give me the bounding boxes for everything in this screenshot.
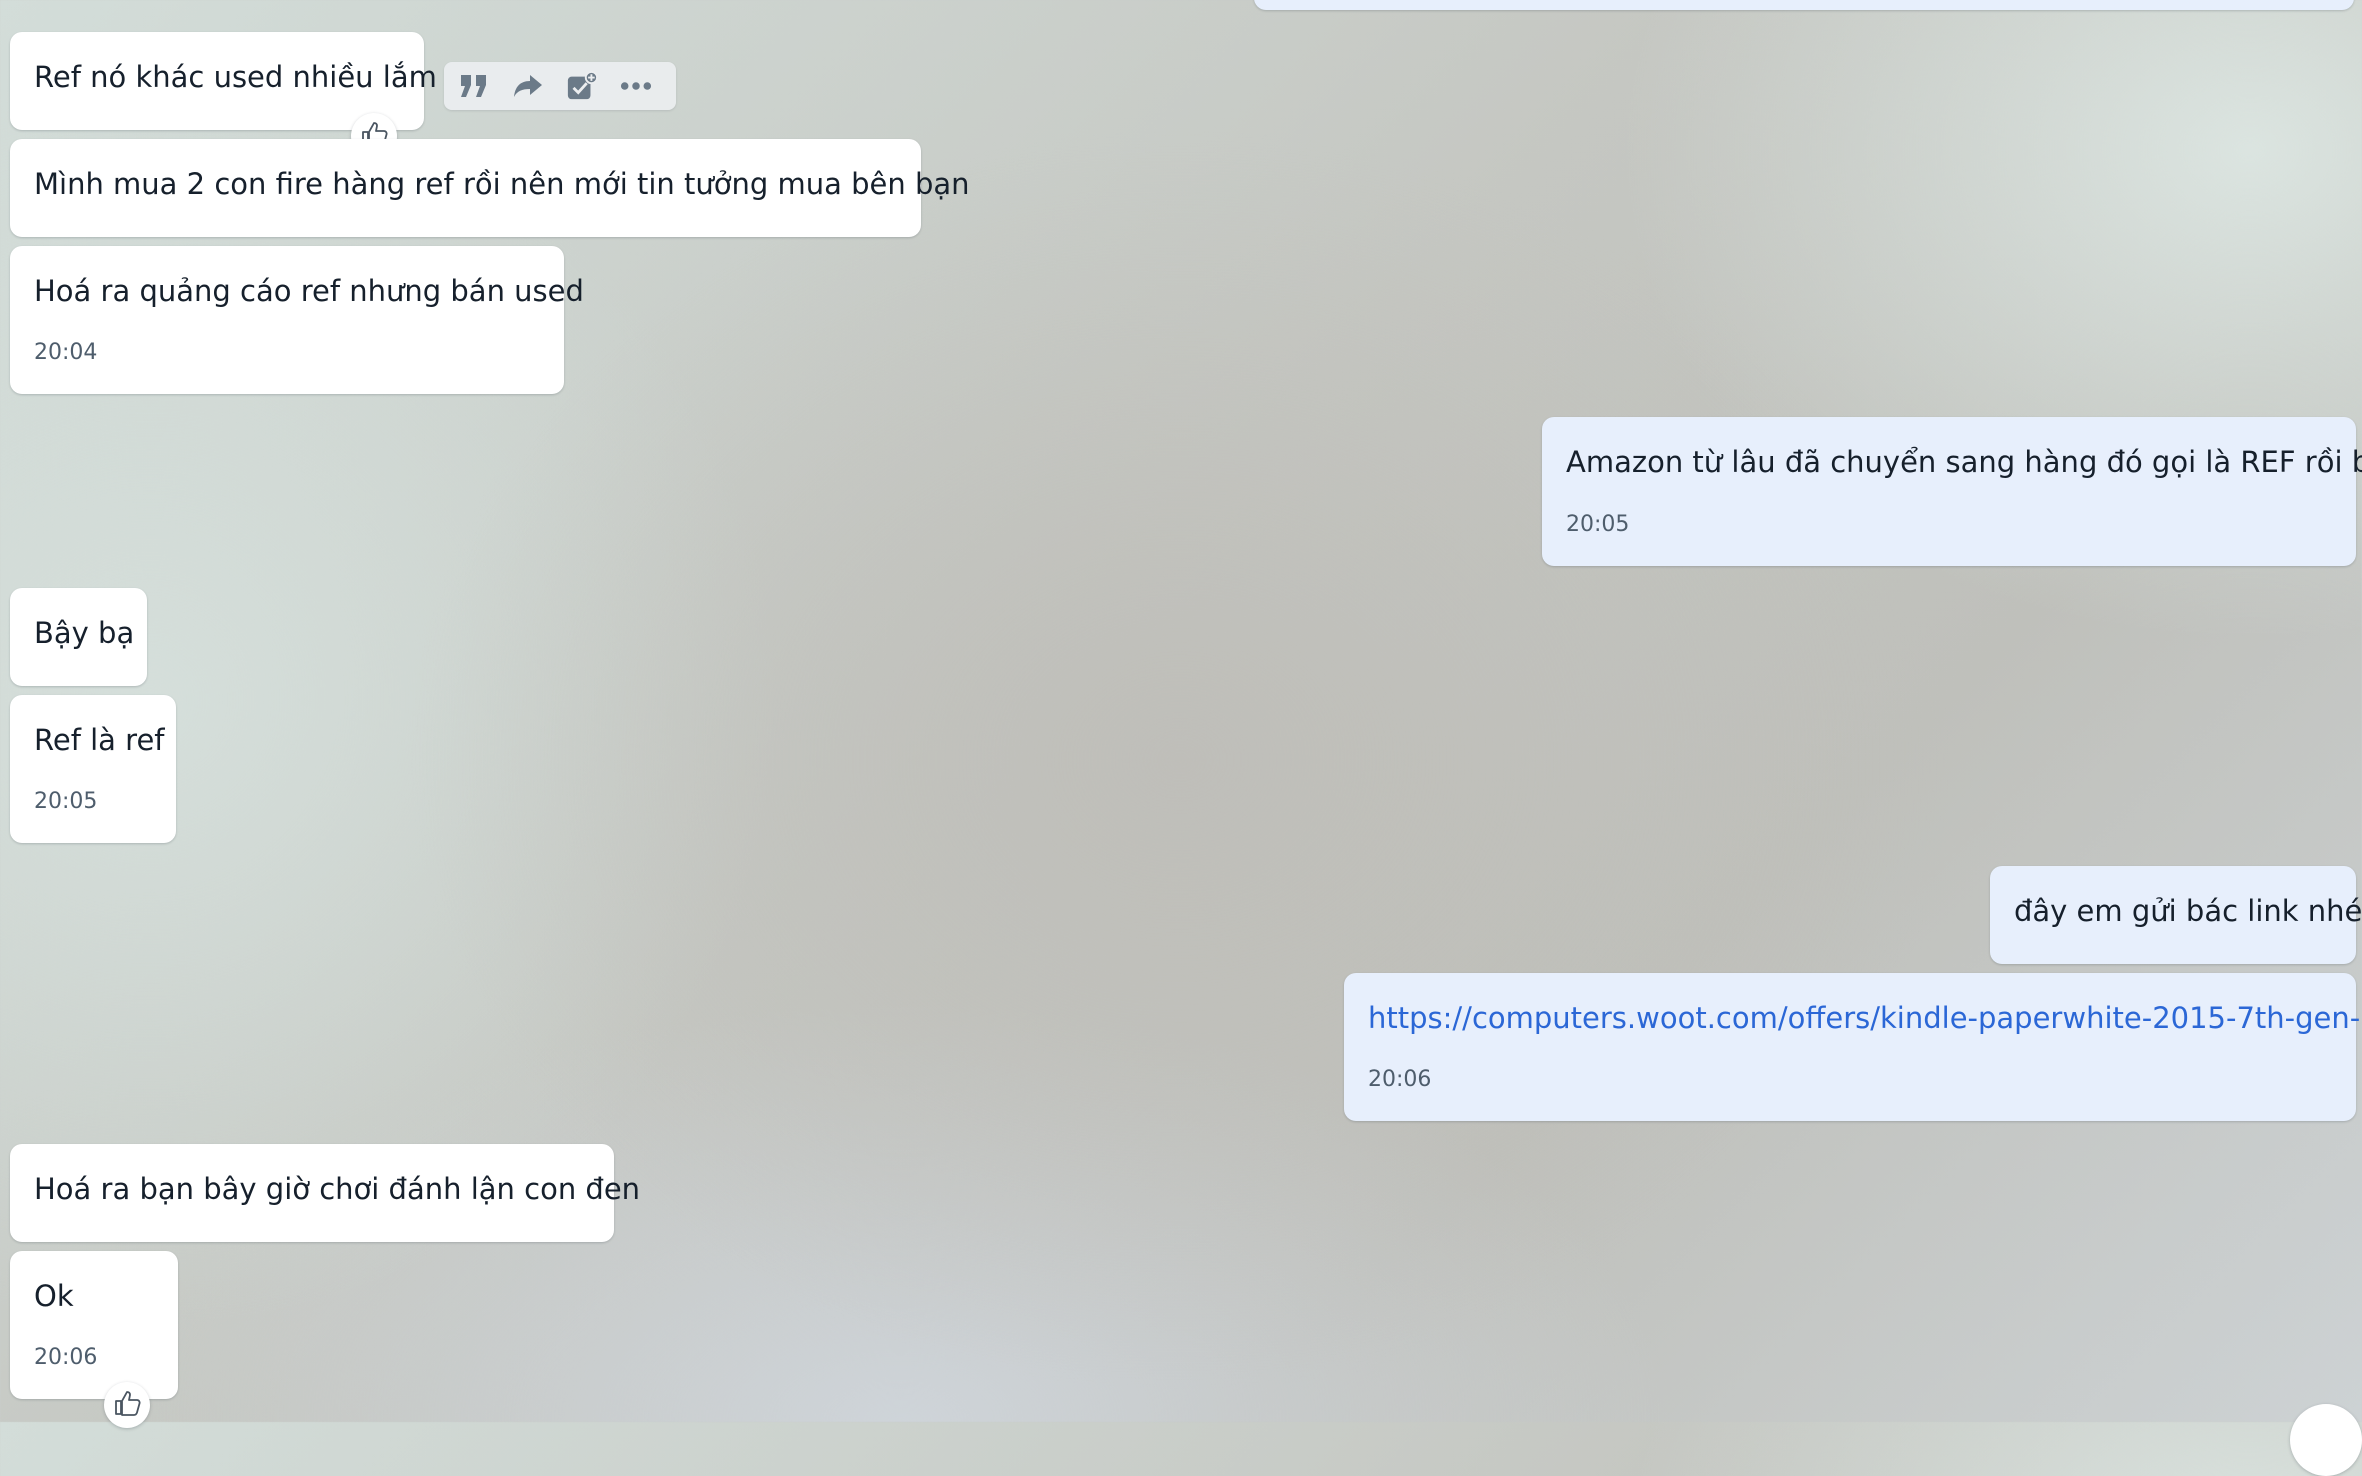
message-text: Hoá ra bạn bây giờ chơi đánh lận con đen: [34, 1172, 641, 1206]
message-hover-toolbar: [444, 62, 676, 110]
message-bubble-incoming[interactable]: Mình mua 2 con fire hàng ref rồi nên mới…: [10, 139, 970, 237]
message-text: đây em gửi bác link nhé: [2014, 894, 2362, 928]
message-bubble-incoming[interactable]: Hoá ra bạn bây giờ chơi đánh lận con đen: [10, 1144, 640, 1242]
message-bubble-incoming[interactable]: Ok 20:06: [10, 1251, 178, 1399]
message-bubble-incoming[interactable]: Ref là ref 20:05: [10, 695, 176, 843]
message-time: 20:05: [1566, 512, 1630, 537]
message-text: Ref nó khác used nhiều lắm: [34, 60, 437, 94]
partial-message-bubble: [1254, 0, 2354, 10]
message-bubble-outgoing[interactable]: https://computers.woot.com/offers/kindle…: [1344, 973, 2362, 1121]
message-bubble-outgoing[interactable]: đây em gửi bác link nhé: [1990, 866, 2362, 964]
add-task-icon[interactable]: [566, 70, 598, 100]
message-link[interactable]: https://computers.woot.com/offers/kindle…: [1368, 1004, 2362, 1033]
message-time: 20:04: [34, 340, 98, 365]
message-time: 20:06: [1368, 1067, 1432, 1092]
reaction-badge[interactable]: [104, 1382, 150, 1428]
quote-icon[interactable]: [458, 72, 490, 100]
message-text: Mình mua 2 con fire hàng ref rồi nên mới…: [34, 167, 970, 201]
forward-icon[interactable]: [512, 72, 544, 100]
message-text: Ok: [34, 1279, 74, 1313]
more-icon[interactable]: [620, 72, 652, 100]
message-time: 20:06: [34, 1345, 98, 1370]
thumbs-up-icon: [113, 1389, 141, 1421]
message-text: Amazon từ lâu đã chuyển sang hàng đó gọi…: [1566, 445, 2362, 479]
scroll-to-bottom-button[interactable]: [2290, 1404, 2362, 1476]
message-text: Bậy bạ: [34, 616, 135, 650]
message-bubble-incoming[interactable]: Bậy bạ: [10, 588, 147, 686]
message-time: 20:05: [34, 789, 98, 814]
message-bubble-incoming[interactable]: Hoá ra quảng cáo ref nhưng bán used 20:0…: [10, 246, 584, 394]
message-text: Hoá ra quảng cáo ref nhưng bán used: [34, 274, 584, 308]
message-text: Ref là ref: [34, 723, 165, 757]
message-bubble-outgoing[interactable]: Amazon từ lâu đã chuyển sang hàng đó gọi…: [1542, 417, 2362, 566]
